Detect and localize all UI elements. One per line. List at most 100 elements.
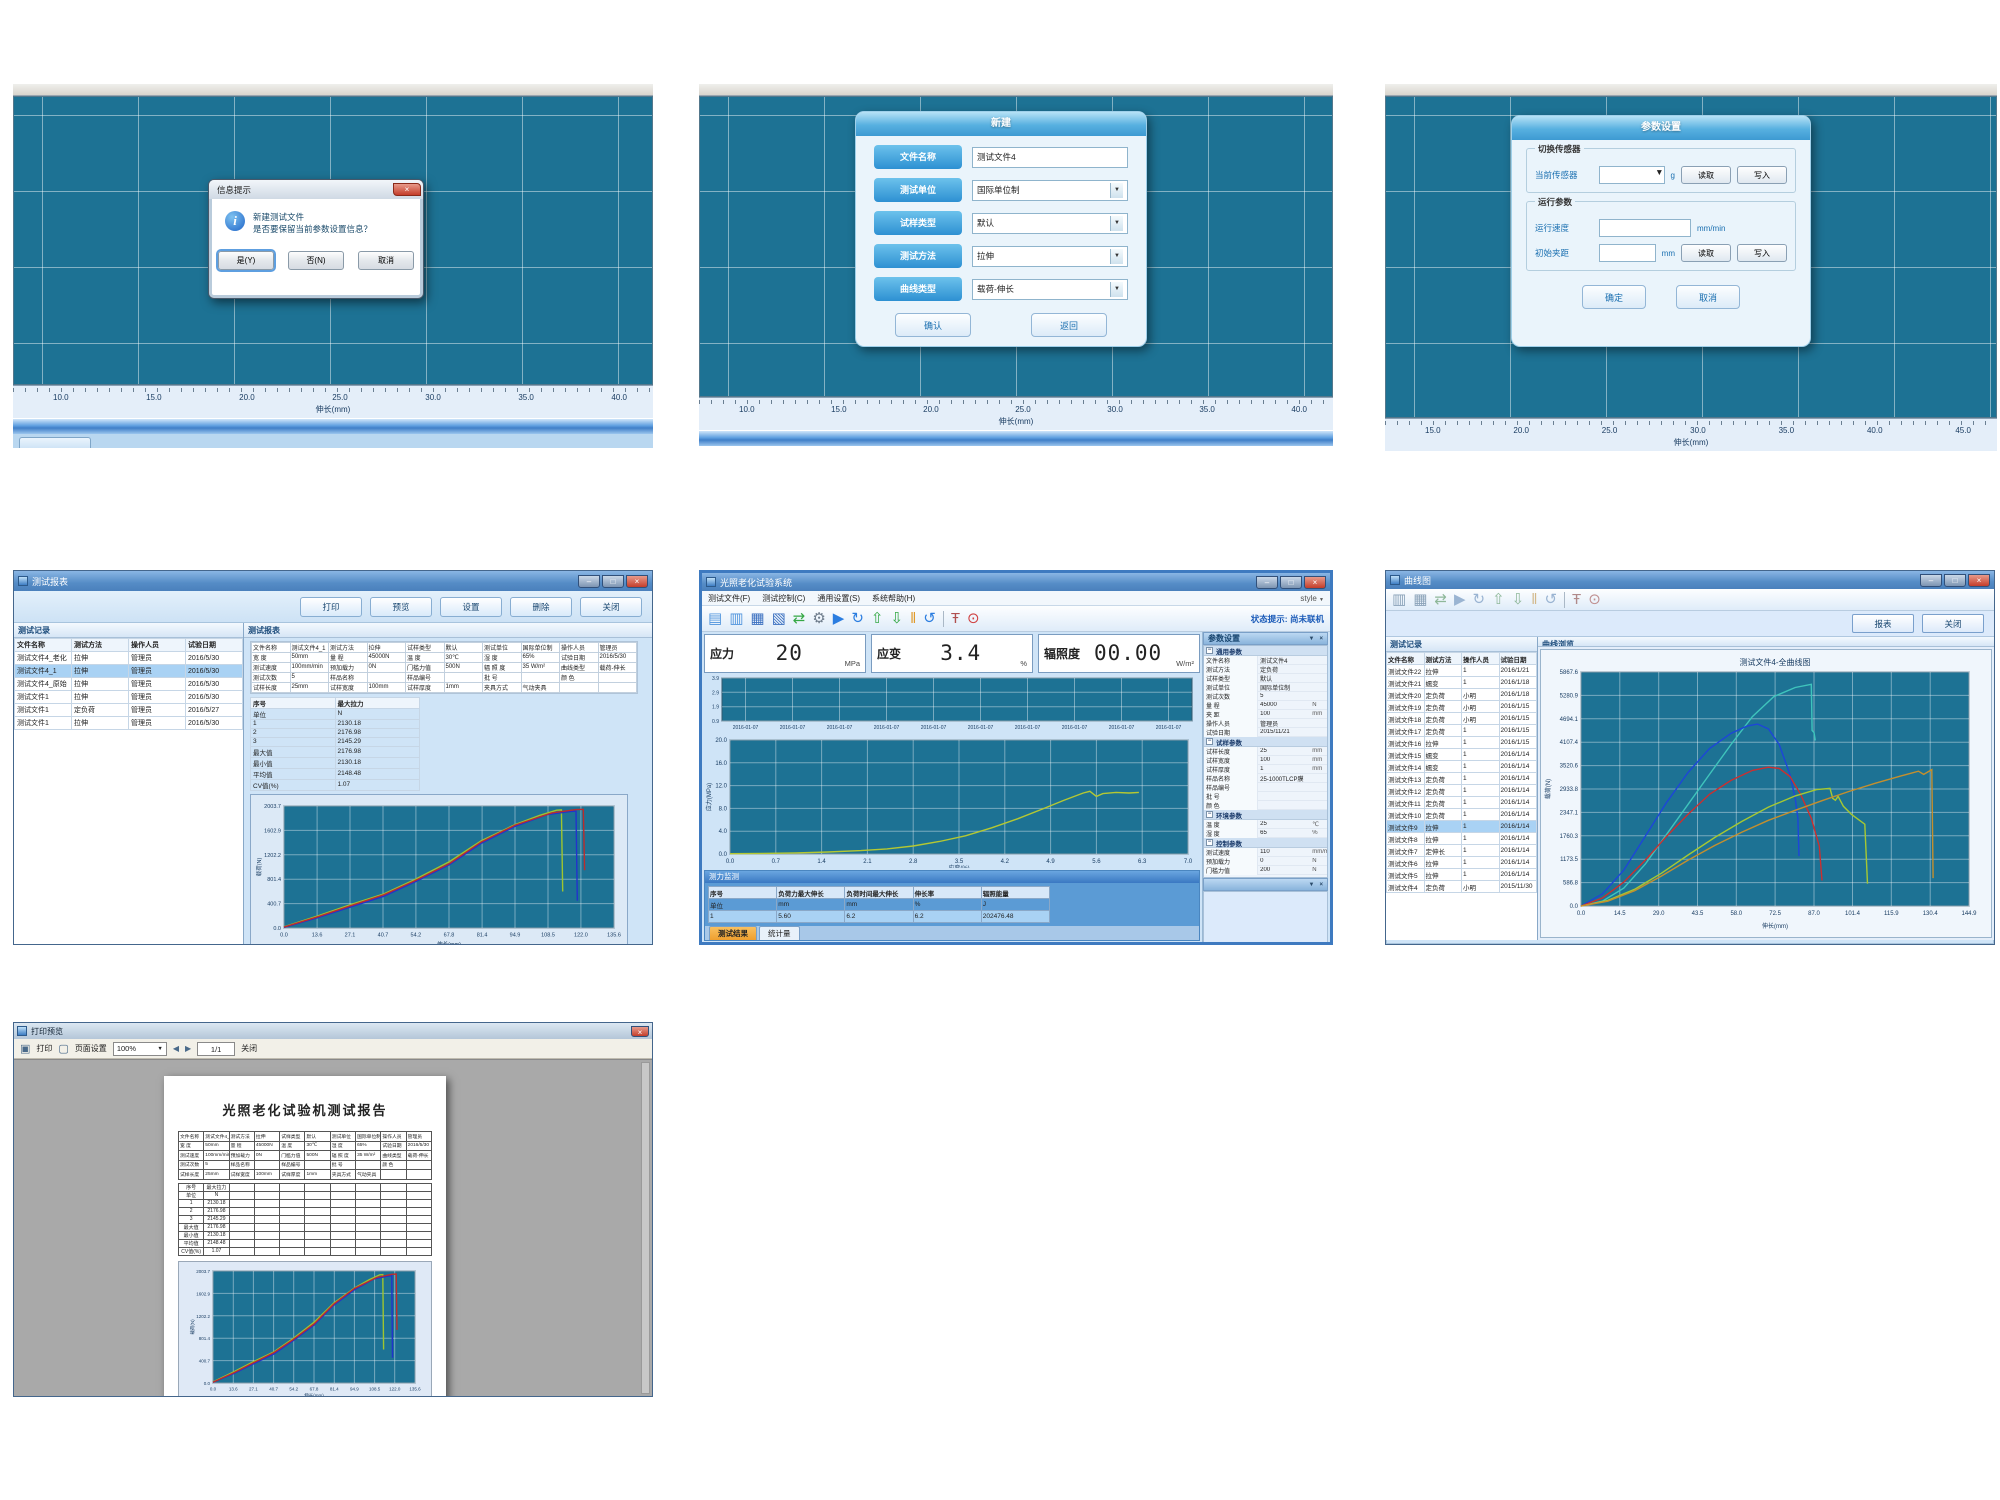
move-up-icon[interactable]: ⇧	[871, 611, 884, 626]
table-row[interactable]: 测试文件17定负荷12016/1/15	[1387, 725, 1537, 737]
window-titlebar[interactable]: 测试报表 – □ ×	[14, 571, 652, 591]
table-row[interactable]: 测试文件8拉伸12016/1/14	[1387, 833, 1537, 845]
cancel-button[interactable]: 取消	[358, 251, 414, 270]
close-window-button[interactable]: 关闭	[580, 597, 642, 617]
page-setup-icon[interactable]: ▢	[58, 1042, 68, 1055]
close-icon[interactable]: ×	[1319, 882, 1323, 888]
dialog-titlebar[interactable]: 参数设置	[1512, 116, 1810, 140]
column-header[interactable]: 试验日期	[186, 639, 243, 652]
collapse-icon[interactable]: −	[1206, 647, 1213, 654]
table-row[interactable]: 测试文件10定负荷12016/1/14	[1387, 809, 1537, 821]
no-button[interactable]: 否(N)	[288, 251, 344, 270]
table-row[interactable]: 测试文件14蠕变12016/1/14	[1387, 761, 1537, 773]
gap-input[interactable]	[1599, 244, 1656, 262]
chevron-down-icon[interactable]: ▼	[1110, 216, 1123, 231]
chevron-down-icon[interactable]: ▼	[1110, 282, 1123, 297]
table-row[interactable]: 测试文件4定负荷小明2015/11/30	[1387, 881, 1537, 893]
collapse-icon[interactable]: −	[1206, 839, 1213, 846]
sensor-icon[interactable]: Ŧ	[951, 611, 960, 626]
sync-icon[interactable]: ⇄	[793, 611, 806, 626]
sensor-select[interactable]: ▼	[1599, 166, 1665, 184]
maximize-button[interactable]: □	[1280, 576, 1302, 589]
column-header[interactable]: 文件名称	[15, 639, 72, 652]
chevron-down-icon[interactable]: ▼	[1110, 183, 1123, 198]
table-row[interactable]: 测试文件20定负荷小明2016/1/18	[1387, 689, 1537, 701]
column-header[interactable]: 操作人员	[1462, 653, 1500, 665]
collapse-icon[interactable]: −	[1206, 811, 1213, 818]
table-row[interactable]: 测试文件15蠕变12016/1/14	[1387, 749, 1537, 761]
table-row[interactable]: 测试文件6拉伸12016/1/14	[1387, 857, 1537, 869]
preview-button[interactable]: 预览	[370, 597, 432, 617]
yes-button[interactable]: 是(Y)	[218, 251, 274, 270]
cancel-button[interactable]: 取消	[1676, 285, 1740, 309]
column-header[interactable]: 文件名称	[1387, 653, 1425, 665]
settings-button[interactable]: 设置	[440, 597, 502, 617]
reset-icon[interactable]: ↻	[851, 611, 864, 626]
save-icon[interactable]: ▦	[750, 611, 764, 626]
prev-page-icon[interactable]: ◀	[173, 1044, 179, 1053]
dialog-titlebar[interactable]: 信息提示 ×	[209, 180, 423, 199]
table-row[interactable]: 测试文件1定负荷管理员2016/5/27	[15, 704, 243, 717]
record-table[interactable]: 文件名称测试方法操作人员试验日期测试文件22拉伸12016/1/21测试文件21…	[1386, 652, 1537, 893]
printer-icon[interactable]: ▣	[20, 1042, 30, 1055]
close-button[interactable]: ×	[626, 575, 648, 588]
power-icon[interactable]: ⊙	[1588, 592, 1601, 607]
save-as-icon[interactable]: ▧	[772, 611, 786, 626]
tab-statistics[interactable]: 统计量	[759, 926, 800, 940]
property-section-header[interactable]: −试样参数	[1204, 737, 1327, 747]
close-icon[interactable]: ×	[393, 183, 421, 196]
sync-icon[interactable]: ⇄	[1434, 592, 1447, 607]
menu-test-file[interactable]: 测试文件(F)	[708, 593, 750, 604]
record-table[interactable]: 文件名称测试方法操作人员试验日期测试文件4_老化拉伸管理员2016/5/30测试…	[14, 638, 243, 730]
dock-panel-titlebar[interactable]: ▼ ×	[1203, 878, 1328, 891]
close-button[interactable]: ×	[1304, 576, 1326, 589]
window-titlebar[interactable]: 曲线图 – □ ×	[1386, 571, 1994, 589]
property-section-header[interactable]: −控制参数	[1204, 838, 1327, 848]
table-row[interactable]: 测试文件4_老化拉伸管理员2016/5/30	[15, 652, 243, 665]
back-button[interactable]: 返回	[1031, 313, 1107, 337]
column-header[interactable]: 测试方法	[72, 639, 129, 652]
move-up-icon[interactable]: ⇧	[1492, 592, 1505, 607]
undo-icon[interactable]: ↺	[1544, 592, 1557, 607]
undo-icon[interactable]: ↺	[923, 611, 936, 626]
close-button[interactable]: ×	[631, 1026, 649, 1037]
pause-icon[interactable]: ‖	[910, 611, 916, 626]
start-test-icon[interactable]: ▶	[833, 611, 845, 626]
table-row[interactable]: 测试文件5拉伸12016/1/14	[1387, 869, 1537, 881]
table-row[interactable]: 测试文件13定负荷12016/1/14	[1387, 773, 1537, 785]
write-button[interactable]: 写入	[1737, 244, 1787, 262]
maximize-button[interactable]: □	[602, 575, 624, 588]
table-row[interactable]: 测试文件22拉伸12016/1/21	[1387, 665, 1537, 677]
curve-select[interactable]: 载荷-伸长▼	[972, 279, 1128, 300]
chevron-down-icon[interactable]: ▼	[1110, 249, 1123, 264]
write-button[interactable]: 写入	[1737, 166, 1787, 184]
speed-input[interactable]	[1599, 219, 1691, 237]
maximize-button[interactable]: □	[1944, 574, 1966, 587]
table-row[interactable]: 测试文件1拉伸管理员2016/5/30	[15, 717, 243, 730]
read-button[interactable]: 读取	[1681, 166, 1731, 184]
pin-icon[interactable]: ▼	[1309, 636, 1315, 642]
report-button[interactable]: 报表	[1852, 614, 1914, 633]
close-label[interactable]: 关闭	[241, 1043, 257, 1054]
table-row[interactable]: 测试文件4_1拉伸管理员2016/5/30	[15, 665, 243, 678]
delete-button[interactable]: 删除	[510, 597, 572, 617]
close-window-button[interactable]: 关闭	[1922, 614, 1984, 633]
open-file-icon[interactable]: ▥	[1392, 592, 1406, 607]
next-page-icon[interactable]: ▶	[185, 1044, 191, 1053]
method-select[interactable]: 拉伸▼	[972, 246, 1128, 267]
reset-icon[interactable]: ↻	[1473, 592, 1486, 607]
column-header[interactable]: 测试方法	[1424, 653, 1462, 665]
read-button[interactable]: 读取	[1681, 244, 1731, 262]
column-header[interactable]: 操作人员	[129, 639, 186, 652]
table-row[interactable]: 测试文件1拉伸管理员2016/5/30	[15, 691, 243, 704]
save-icon[interactable]: ▦	[1413, 592, 1427, 607]
table-row[interactable]: 测试文件4_原始拉伸管理员2016/5/30	[15, 678, 243, 691]
page-setup-label[interactable]: 页面设置	[75, 1043, 107, 1054]
power-icon[interactable]: ⊙	[967, 611, 980, 626]
table-row[interactable]: 测试文件12定负荷12016/1/14	[1387, 785, 1537, 797]
property-section-header[interactable]: −环境参数	[1204, 810, 1327, 820]
dialog-titlebar[interactable]: 新建	[856, 112, 1146, 136]
menu-system-help[interactable]: 系统帮助(H)	[872, 593, 915, 604]
ok-button[interactable]: 确定	[1582, 285, 1646, 309]
minimize-button[interactable]: –	[1256, 576, 1278, 589]
